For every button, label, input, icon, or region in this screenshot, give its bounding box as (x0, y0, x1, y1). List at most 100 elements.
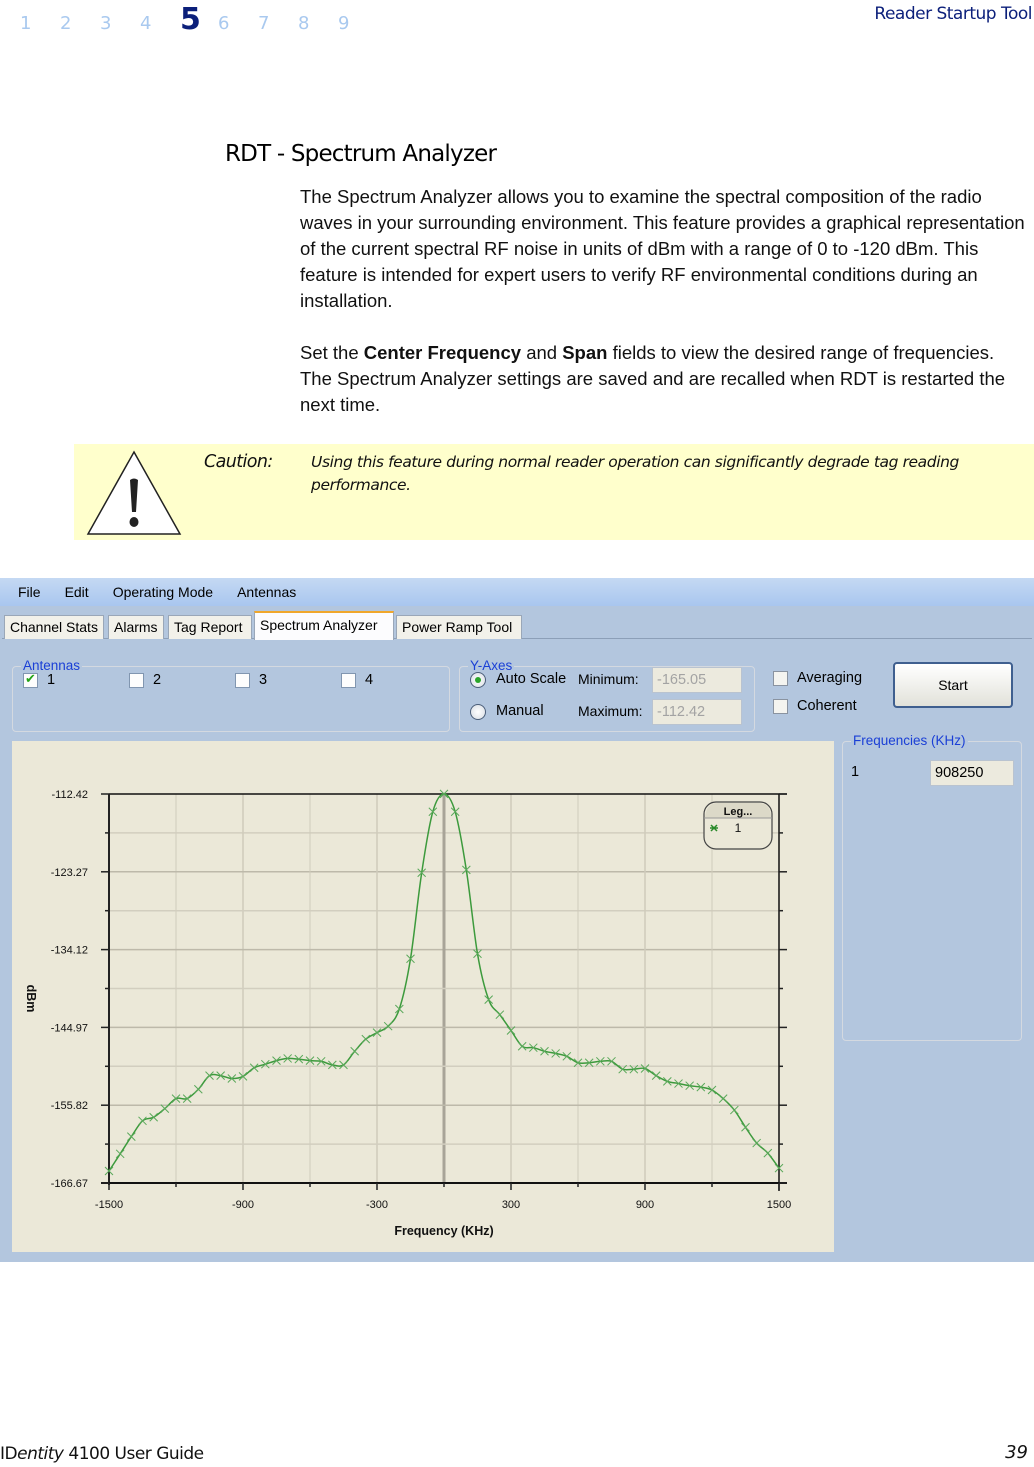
chapter-link-current[interactable]: 5 (180, 2, 218, 37)
antenna-1-label: 1 (47, 672, 56, 688)
x-tick-label: 900 (636, 1199, 654, 1211)
antenna-3-label: 3 (259, 672, 268, 688)
caution-box: Caution: Using this feature during norma… (74, 444, 1034, 540)
tab-spectrum-analyzer[interactable]: Spectrum Analyzer (254, 611, 394, 640)
menu-antennas[interactable]: Antennas (237, 584, 296, 600)
y-axes-group: Y-Axes Auto Scale Manual Minimum: -165.0… (459, 658, 755, 732)
chapter-link[interactable]: 3 (100, 13, 140, 34)
caution-text: Using this feature during normal reader … (311, 453, 959, 494)
chapter-link[interactable]: 1 (20, 13, 60, 34)
antenna-4-checkbox[interactable] (341, 673, 356, 688)
frequency-field[interactable]: 908250 (930, 760, 1014, 786)
footer-guide-title: IDentity 4100 User Guide (0, 1444, 204, 1464)
coherent-checkbox[interactable] (773, 699, 788, 714)
frequencies-legend: Frequencies (KHz) (851, 733, 968, 748)
caution-label: Caution: (204, 452, 273, 472)
tab-power-ramp-tool[interactable]: Power Ramp Tool (396, 615, 522, 639)
data-point-marker (339, 1060, 348, 1070)
x-tick-label: 300 (502, 1199, 520, 1211)
y-tick-label: -155.82 (51, 1100, 88, 1112)
antenna-3-checkbox[interactable] (235, 673, 250, 688)
start-button[interactable]: Start (893, 662, 1013, 708)
y-tick-label: -112.42 (52, 789, 89, 801)
section-title: RDT - Spectrum Analyzer (225, 141, 497, 167)
page-number: 39 (1005, 1442, 1028, 1463)
tab-alarms[interactable]: Alarms (108, 615, 164, 639)
menu-bar: File Edit Operating Mode Antennas (0, 578, 1034, 606)
data-point-marker (350, 1046, 360, 1056)
x-tick-label: 1500 (767, 1199, 791, 1211)
chapter-link[interactable]: 9 (338, 13, 378, 34)
averaging-checkbox[interactable] (773, 671, 788, 686)
running-head: Reader Startup Tool (874, 4, 1032, 24)
antenna-4-label: 4 (365, 672, 374, 688)
legend-entry: 1 (735, 821, 742, 835)
y-tick-label: -144.97 (51, 1022, 88, 1034)
antenna-2-label: 2 (153, 672, 162, 688)
intro-paragraph: The Spectrum Analyzer allows you to exam… (300, 186, 1025, 311)
x-tick-label: -1500 (95, 1199, 123, 1211)
data-point-marker (763, 1148, 773, 1158)
data-point-marker (193, 1084, 203, 1094)
minimum-label: Minimum: (578, 671, 639, 687)
chapter-link[interactable]: 6 (218, 13, 258, 34)
x-axis-label: Frequency (KHz) (394, 1224, 493, 1238)
frequency-index: 1 (851, 764, 860, 780)
data-point-marker (149, 1112, 159, 1122)
data-point-marker (138, 1116, 147, 1126)
data-point-marker (249, 1063, 259, 1073)
span-term: Span (562, 342, 608, 363)
frequencies-group: Frequencies (KHz) 1 908250 (842, 733, 1022, 1041)
guide-italic: entity (17, 1444, 64, 1464)
minimum-field[interactable]: -165.05 (652, 667, 742, 693)
data-point-marker (383, 1021, 393, 1031)
menu-file[interactable]: File (18, 584, 41, 600)
data-point-marker (361, 1034, 371, 1044)
data-point-marker (205, 1071, 214, 1081)
data-point-marker (450, 807, 460, 817)
menu-edit[interactable]: Edit (65, 584, 89, 600)
y-axis-label: dBm (24, 985, 38, 1013)
data-point-marker (752, 1138, 762, 1148)
data-point-marker (126, 1132, 136, 1141)
chapter-link[interactable]: 8 (298, 13, 338, 34)
para-text: and (521, 342, 563, 363)
tab-tag-report[interactable]: Tag Report (168, 615, 252, 639)
data-point-marker (115, 1149, 125, 1159)
para-text: Set the (300, 342, 364, 363)
spectrum-chart: -112.42 -123.27 -134.12 -144.97 -155.82 -166.… (24, 789, 791, 1238)
y-tick-label: -134.12 (51, 945, 88, 957)
averaging-label: Averaging (797, 670, 863, 686)
maximum-field[interactable]: -112.42 (652, 699, 742, 725)
warning-triangle-icon (86, 450, 182, 535)
data-point-marker (394, 1004, 404, 1014)
data-point-marker (651, 1071, 661, 1081)
data-point-marker (562, 1051, 572, 1061)
data-point-marker (484, 995, 494, 1005)
tab-channel-stats[interactable]: Channel Stats (4, 615, 104, 639)
auto-scale-radio[interactable] (470, 672, 486, 688)
chapter-link[interactable]: 4 (140, 13, 180, 34)
manual-radio[interactable] (470, 704, 486, 720)
menu-operating-mode[interactable]: Operating Mode (113, 584, 213, 600)
auto-scale-label: Auto Scale (496, 671, 567, 687)
coherent-label: Coherent (797, 698, 857, 714)
antennas-group: Antennas 1 2 3 4 (12, 658, 450, 732)
maximum-label: Maximum: (578, 703, 643, 719)
chapter-navigation: 1 2 3 4 5 6 7 8 9 (20, 2, 378, 37)
x-tick-label: -300 (366, 1199, 388, 1211)
settings-paragraph: Set the Center Frequency and Span fields… (300, 340, 1025, 418)
guide-prefix: ID (0, 1444, 18, 1464)
guide-suffix: 4100 User Guide (63, 1444, 204, 1464)
antenna-2-checkbox[interactable] (129, 673, 144, 688)
antenna-1-checkbox[interactable] (23, 671, 38, 688)
y-tick-label: -166.67 (51, 1178, 88, 1190)
chapter-link[interactable]: 2 (60, 13, 100, 34)
center-frequency-term: Center Frequency (363, 342, 522, 363)
tab-strip: Channel Stats Alarms Tag Report Spectrum… (2, 611, 1032, 640)
data-point-marker (495, 1010, 505, 1020)
data-point-marker (729, 1105, 739, 1115)
data-point-marker (517, 1041, 527, 1051)
x-tick-label: -900 (232, 1199, 254, 1211)
chapter-link[interactable]: 7 (258, 13, 298, 34)
